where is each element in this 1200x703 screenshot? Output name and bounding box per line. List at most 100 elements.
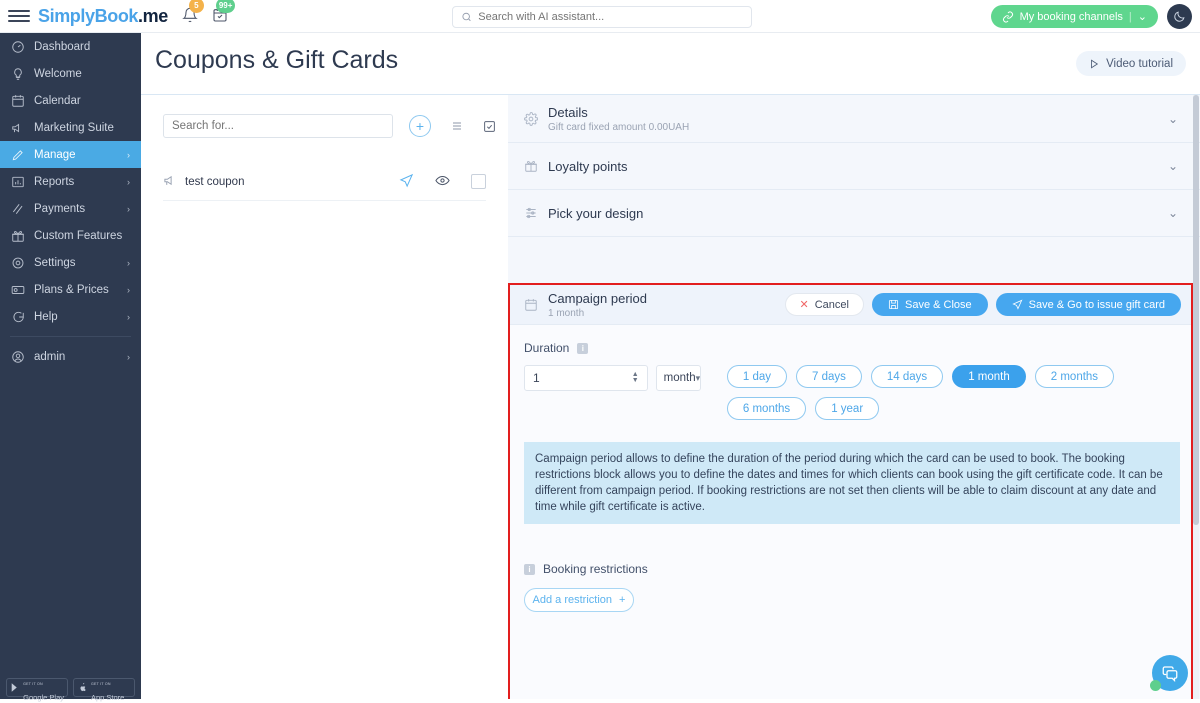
chevron-down-icon: ▾ <box>696 373 701 384</box>
save-and-go-issue-gift-card-button[interactable]: Save & Go to issue gift card <box>996 293 1181 316</box>
list-search-input[interactable] <box>163 114 393 138</box>
chevron-down-icon[interactable]: ⌄ <box>1168 112 1178 126</box>
sidebar-item-dashboard[interactable]: Dashboard <box>0 33 141 60</box>
save-and-go-label: Save & Go to issue gift card <box>1029 299 1165 311</box>
ai-search-box[interactable] <box>452 6 752 28</box>
eye-icon[interactable] <box>435 173 450 191</box>
chat-bubbles-icon <box>1161 664 1179 682</box>
sidebar-item-label: Dashboard <box>34 41 90 53</box>
booking-restrictions-label: Booking restrictions <box>543 562 648 576</box>
campaign-period-body: Duration i 1 ▲▼ month ▾ 1 day 7 days 14 da… <box>510 325 1191 699</box>
cancel-label: Cancel <box>815 299 849 311</box>
sidebar-item-admin[interactable]: admin › <box>0 343 141 370</box>
chevron-down-icon[interactable]: ⌄ <box>1168 206 1178 220</box>
hamburger-icon[interactable] <box>8 5 30 27</box>
chevron-right-icon: › <box>127 312 130 322</box>
panel-scrollbar[interactable] <box>1193 95 1199 699</box>
chat-support-button[interactable] <box>1152 655 1188 691</box>
tasks-calendar-button[interactable]: 99+ <box>212 7 228 26</box>
sidebar-item-custom-features[interactable]: Custom Features <box>0 222 141 249</box>
select-all-icon[interactable] <box>483 120 496 133</box>
sidebar-item-label: Help <box>34 311 58 323</box>
accordion-pick-your-design[interactable]: Pick your design ⌄ <box>508 190 1200 237</box>
sidebar-item-settings[interactable]: Settings › <box>0 249 141 276</box>
booking-restrictions-header: i Booking restrictions <box>524 562 1177 576</box>
info-icon[interactable]: i <box>524 564 535 575</box>
accordion-loyalty-points[interactable]: Loyalty points ⌄ <box>508 143 1200 190</box>
sidebar-item-manage[interactable]: Manage› <box>0 141 141 168</box>
duration-number-input[interactable]: 1 ▲▼ <box>524 365 648 391</box>
pencil-icon <box>10 147 25 162</box>
list-toolbar: + <box>163 114 496 138</box>
info-icon[interactable]: i <box>577 343 588 354</box>
duration-preset-2-months[interactable]: 2 months <box>1035 365 1114 388</box>
sidebar-item-payments[interactable]: Payments› <box>0 195 141 222</box>
sidebar-item-plans-prices[interactable]: Plans & Prices› <box>0 276 141 303</box>
close-icon: ✕ <box>800 298 809 311</box>
campaign-period-header[interactable]: Campaign period 1 month ✕ Cancel Save & … <box>510 285 1191 325</box>
duration-unit-select[interactable]: month ▾ <box>656 365 701 391</box>
scrollbar-thumb[interactable] <box>1193 95 1199 525</box>
duration-preset-6-months[interactable]: 6 months <box>727 397 806 420</box>
sidebar-item-welcome[interactable]: Welcome <box>0 60 141 87</box>
duration-unit-value: month <box>664 372 696 384</box>
sidebar-item-marketing-suite[interactable]: Marketing Suite <box>0 114 141 141</box>
add-coupon-button[interactable]: + <box>409 115 431 137</box>
list-item-checkbox[interactable] <box>471 174 486 189</box>
sidebar-item-label: Reports <box>34 176 74 188</box>
gift-icon <box>524 159 548 173</box>
google-play-badge-top: GET IT ON <box>23 682 43 686</box>
search-input[interactable] <box>478 11 743 23</box>
chevron-right-icon: › <box>127 177 130 187</box>
play-icon <box>1089 59 1099 69</box>
accordion-title: Details <box>548 105 588 120</box>
sidebar-item-label: Settings <box>34 257 76 269</box>
page-header: Coupons & Gift Cards Video tutorial <box>141 33 1200 95</box>
chevron-right-icon: › <box>127 258 130 268</box>
add-restriction-label: Add a restriction <box>533 594 612 606</box>
google-play-badge[interactable]: GET IT ON Google Play <box>6 678 68 697</box>
notifications-bell[interactable]: 5 <box>182 7 198 26</box>
save-and-close-button[interactable]: Save & Close <box>872 293 988 316</box>
list-item[interactable]: test coupon <box>163 163 486 201</box>
send-icon[interactable] <box>399 173 414 191</box>
sidebar-item-calendar[interactable]: Calendar <box>0 87 141 114</box>
campaign-period-note: Campaign period allows to define the dur… <box>524 442 1180 524</box>
duration-label: Duration <box>524 341 569 355</box>
my-booking-channels-button[interactable]: My booking channels | ⌄ <box>991 5 1158 28</box>
accordion-title: Pick your design <box>548 206 643 221</box>
logo-text-primary: SimplyBook <box>38 6 138 26</box>
gift-card-editor-panel: Details Gift card fixed amount 0.00UAH ⌄… <box>508 95 1200 699</box>
duration-preset-1-month[interactable]: 1 month <box>952 365 1026 388</box>
calendar-badge: 99+ <box>216 0 236 13</box>
search-icon <box>461 11 472 23</box>
sidebar-item-reports[interactable]: Reports › <box>0 168 141 195</box>
duration-preset-1-year[interactable]: 1 year <box>815 397 879 420</box>
sidebar-item-label: Calendar <box>34 95 81 107</box>
app-logo[interactable]: SimplyBook.me <box>38 6 168 27</box>
quantity-stepper[interactable]: ▲▼ <box>632 372 639 384</box>
video-tutorial-button[interactable]: Video tutorial <box>1076 51 1186 76</box>
duration-preset-1-day[interactable]: 1 day <box>727 365 787 388</box>
duration-preset-7-days[interactable]: 7 days <box>796 365 862 388</box>
campaign-period-subtitle: 1 month <box>548 308 647 319</box>
duration-preset-pills: 1 day 7 days 14 days 1 month 2 months 6 month… <box>727 365 1177 420</box>
calendar-icon <box>10 93 25 108</box>
duration-preset-14-days[interactable]: 14 days <box>871 365 943 388</box>
bar-chart-icon <box>10 174 25 189</box>
list-view-icon[interactable] <box>450 120 464 132</box>
sidebar-item-label: Welcome <box>34 68 82 80</box>
sidebar-item-help[interactable]: Help › <box>0 303 141 330</box>
megaphone-icon <box>163 173 185 191</box>
add-restriction-button[interactable]: Add a restriction + <box>524 588 634 612</box>
sliders-icon <box>524 206 548 220</box>
chevron-down-icon[interactable]: ⌄ <box>1168 159 1178 173</box>
app-store-badge[interactable]: GET IT ON App Store <box>73 678 135 697</box>
cancel-button[interactable]: ✕ Cancel <box>785 293 864 316</box>
chevron-down-icon[interactable]: ⌄ <box>1138 10 1147 23</box>
accordion-details[interactable]: Details Gift card fixed amount 0.00UAH ⌄ <box>508 95 1200 143</box>
plus-icon: + <box>619 594 625 606</box>
duration-controls: 1 ▲▼ month ▾ 1 day 7 days 14 days 1 month 2 … <box>524 365 1177 420</box>
sidebar-item-label: Plans & Prices <box>34 284 109 296</box>
night-mode-toggle[interactable] <box>1167 4 1192 29</box>
